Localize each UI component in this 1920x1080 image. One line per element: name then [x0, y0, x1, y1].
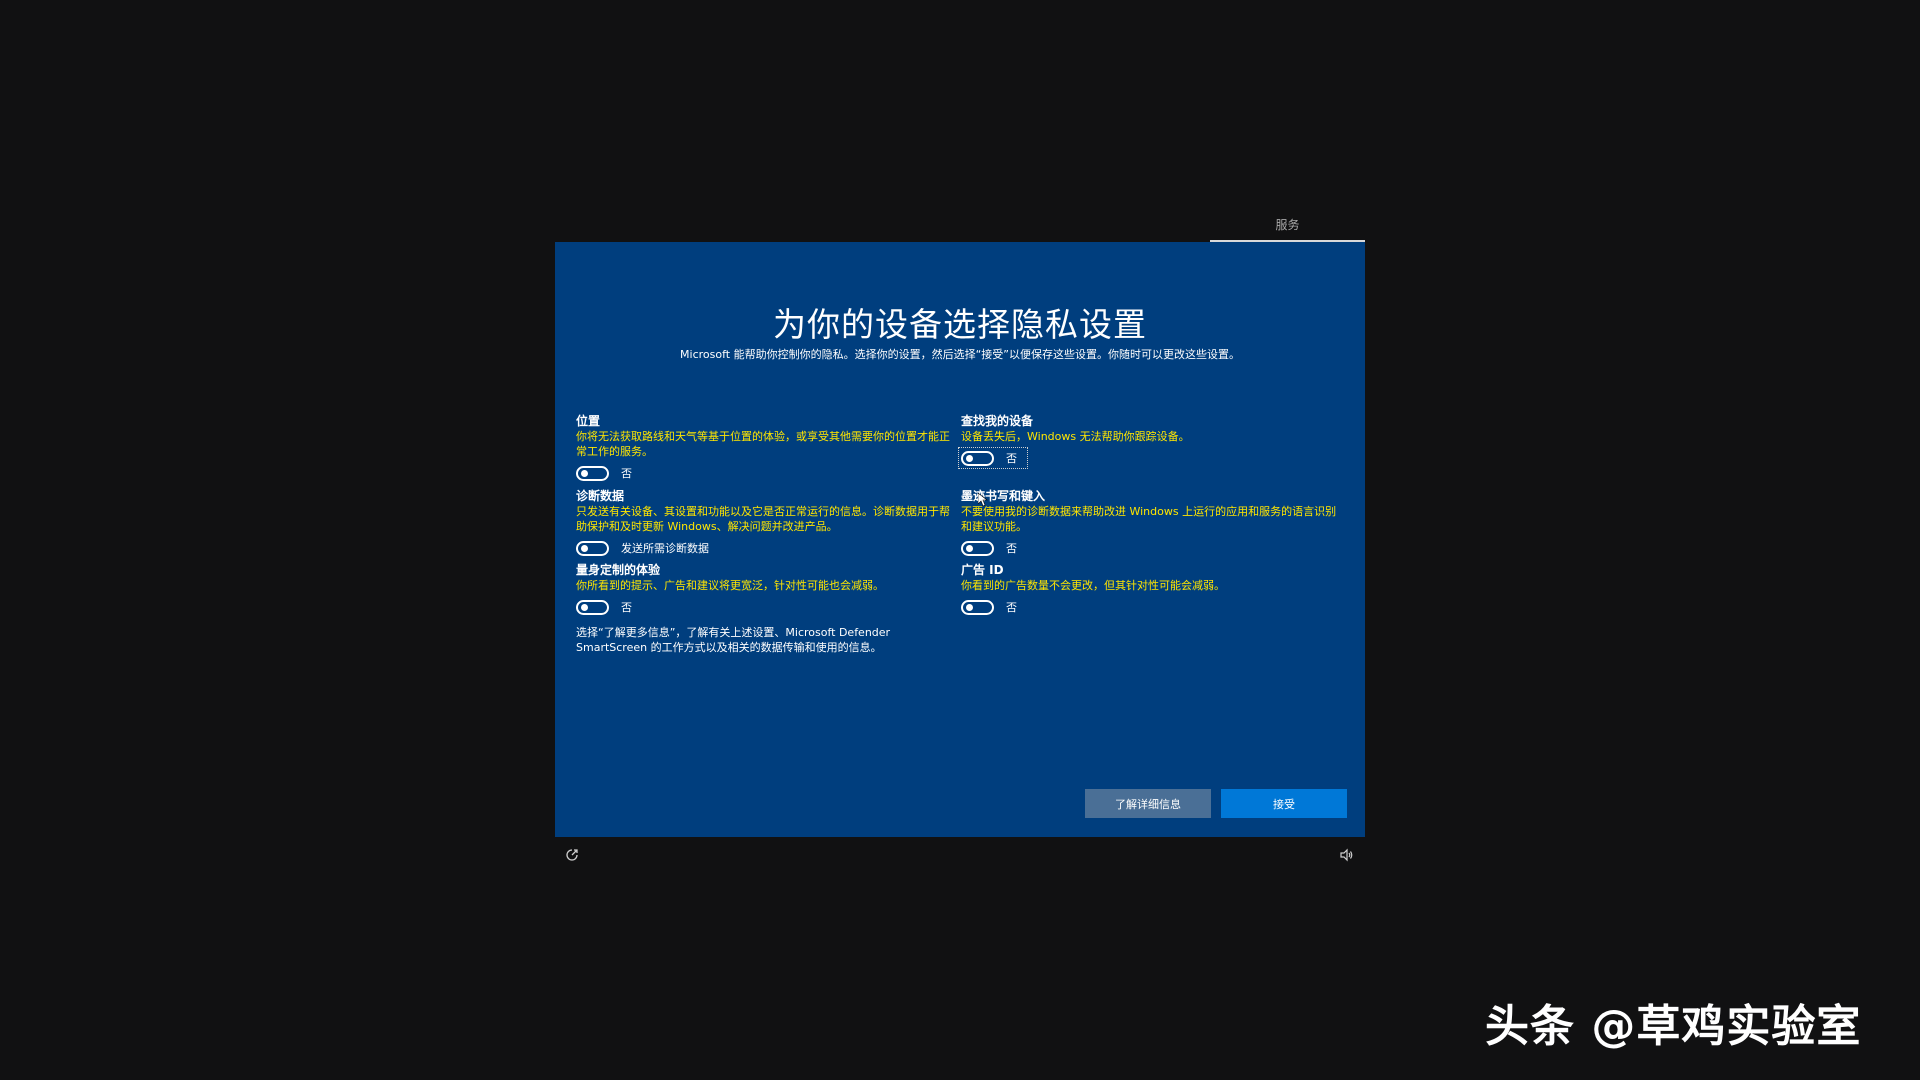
setting-diagnostics: 诊断数据 只发送有关设备、其设置和功能以及它是否正常运行的信息。诊断数据用于帮助…	[576, 489, 956, 558]
toggle-knob	[581, 469, 588, 477]
toggle-state: 否	[1006, 601, 1017, 614]
toggle-state: 发送所需诊断数据	[621, 542, 709, 555]
toggle-state: 否	[1006, 542, 1017, 555]
privacy-panel: 为你的设备选择隐私设置 Microsoft 能帮助你控制你的隐私。选择你的设置，…	[555, 242, 1365, 837]
toggle-state: 否	[1006, 452, 1017, 465]
toggle-knob	[966, 454, 973, 462]
info-text: 选择“了解更多信息”，了解有关上述设置、Microsoft Defender S…	[576, 626, 891, 654]
setting-inking-typing: 墨迹书写和键入 不要使用我的诊断数据来帮助改进 Windows 上运行的应用和服…	[961, 489, 1341, 558]
watermark: 头条 @草鸡实验室	[1485, 1001, 1862, 1052]
toggle-knob	[966, 544, 973, 552]
setting-title: 诊断数据	[576, 489, 625, 503]
setting-desc: 设备丢失后，Windows 无法帮助你跟踪设备。	[961, 430, 1190, 443]
toggle-row: 否	[961, 597, 1341, 617]
setting-desc: 你将无法获取路线和天气等基于位置的体验，或享受其他需要你的位置才能正常工作的服务…	[576, 430, 950, 458]
focus-ring: 否	[958, 447, 1028, 469]
setting-title: 广告 ID	[961, 563, 1004, 577]
setting-desc: 你所看到的提示、广告和建议将更宽泛，针对性可能也会减弱。	[576, 579, 884, 592]
setting-title: 位置	[576, 414, 601, 428]
accept-button[interactable]: 接受	[1221, 789, 1347, 818]
setting-title: 墨迹书写和键入	[961, 489, 1046, 503]
setting-title: 查找我的设备	[961, 414, 1034, 428]
ease-of-access-icon[interactable]	[564, 848, 580, 864]
toggle-row: 否	[958, 447, 1341, 469]
volume-icon[interactable]	[1338, 848, 1354, 864]
toggle-state: 否	[621, 467, 632, 480]
setting-find-my-device: 查找我的设备 设备丢失后，Windows 无法帮助你跟踪设备。 否	[958, 414, 1341, 469]
location-toggle[interactable]	[576, 465, 609, 481]
ease-of-access-icon-svg	[566, 849, 578, 861]
setting-advertising-id: 广告 ID 你看到的广告数量不会更改，但其针对性可能会减弱。 否	[961, 563, 1341, 617]
volume-icon-svg	[1340, 848, 1353, 862]
ad-id-toggle[interactable]	[961, 599, 994, 615]
oobe-screen: 服务 为你的设备选择隐私设置 Microsoft 能帮助你控制你的隐私。选择你的…	[0, 0, 1920, 1080]
setting-desc: 你看到的广告数量不会更改，但其针对性可能会减弱。	[961, 579, 1225, 592]
tailored-toggle[interactable]	[576, 599, 609, 615]
setting-desc: 只发送有关设备、其设置和功能以及它是否正常运行的信息。诊断数据用于帮助保护和及时…	[576, 505, 950, 533]
toggle-knob	[581, 603, 588, 611]
mouse-cursor-icon	[978, 493, 988, 507]
toggle-knob	[966, 603, 973, 611]
find-device-toggle[interactable]	[961, 450, 994, 466]
toggle-row: 否	[576, 463, 956, 483]
toggle-knob	[581, 544, 588, 552]
diagnostics-toggle[interactable]	[576, 540, 609, 556]
toggle-state: 否	[621, 601, 632, 614]
learn-more-button[interactable]: 了解详细信息	[1085, 789, 1211, 818]
toggle-row: 否	[576, 597, 956, 617]
setting-title: 量身定制的体验	[576, 563, 661, 577]
setting-tailored-experiences: 量身定制的体验 你所看到的提示、广告和建议将更宽泛，针对性可能也会减弱。 否	[576, 563, 956, 617]
toggle-row: 发送所需诊断数据	[576, 538, 956, 558]
setting-location: 位置 你将无法获取路线和天气等基于位置的体验，或享受其他需要你的位置才能正常工作…	[576, 414, 956, 483]
toggle-row: 否	[961, 538, 1341, 558]
inking-toggle[interactable]	[961, 540, 994, 556]
page-subtitle: Microsoft 能帮助你控制你的隐私。选择你的设置，然后选择“接受”以便保存…	[680, 348, 1240, 361]
page-title: 为你的设备选择隐私设置	[773, 305, 1147, 344]
setting-desc: 不要使用我的诊断数据来帮助改进 Windows 上运行的应用和服务的语言识别和建…	[961, 505, 1337, 533]
